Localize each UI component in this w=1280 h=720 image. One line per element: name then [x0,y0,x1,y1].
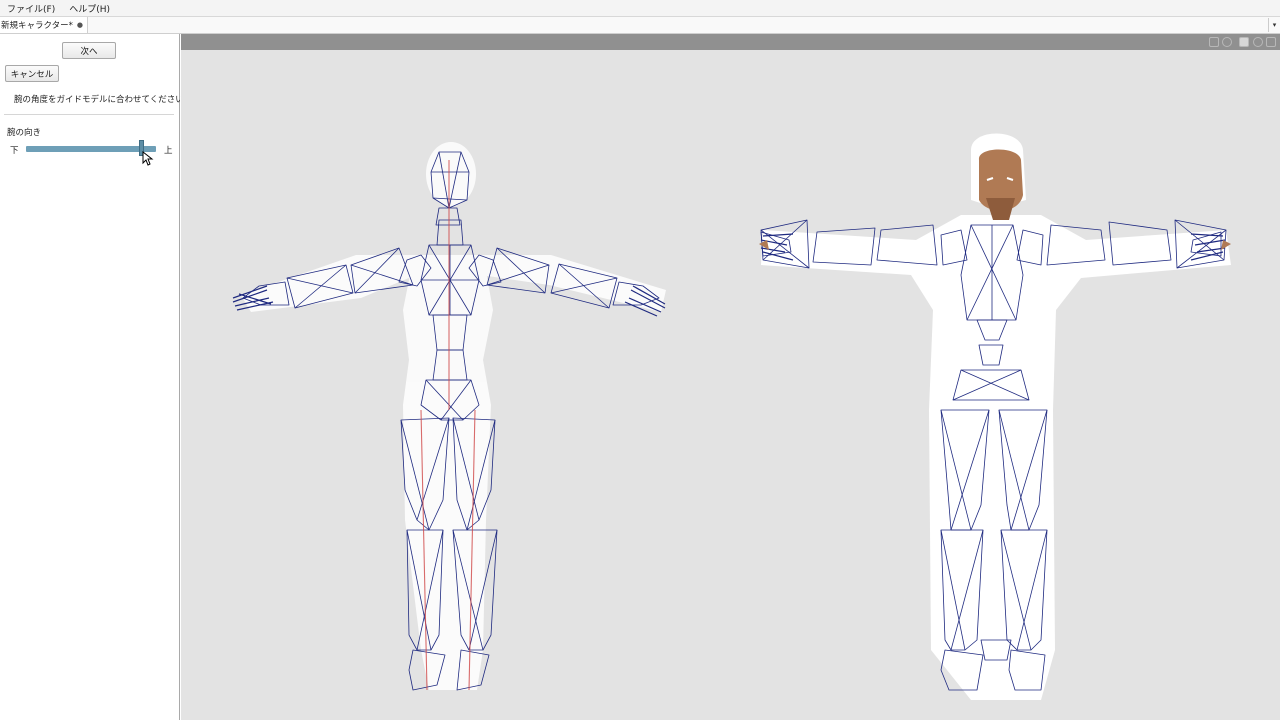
divider [4,114,174,115]
head [978,149,1023,220]
next-button[interactable]: 次へ [62,42,116,59]
menu-bar: ファイル(F) ヘルプ(H) [0,0,1280,17]
mouse-cursor-icon [142,151,154,166]
arm-direction-label: 腕の向き [7,128,42,138]
close-icon[interactable] [1266,37,1276,47]
slider-min-label: 下 [10,146,19,156]
sidebar-panel: 次へ キャンセル 腕の角度をガイドモデルに合わせてください。 腕の向き 下 上 [0,34,192,720]
guide-model-silhouette [241,142,666,690]
character-model-right [759,133,1231,700]
arm-direction-slider[interactable] [26,146,156,152]
document-tab-bar: 新規キャラクター* ● ▾ [0,17,1280,34]
grid-icon[interactable] [1209,37,1219,47]
slider-max-label: 上 [164,146,173,156]
model-scene [232,133,1231,700]
camera-icon[interactable] [1239,37,1249,47]
tab-list-chevron-down-icon[interactable]: ▾ [1268,18,1280,32]
viewport-toolbar [181,34,1280,50]
tab-close-icon[interactable]: ● [77,21,83,29]
3d-viewport[interactable] [181,34,1280,720]
tab-new-character[interactable]: 新規キャラクター* ● [0,17,89,33]
gear-icon[interactable] [1253,37,1263,47]
sphere-icon[interactable] [1222,37,1232,47]
instruction-text: 腕の角度をガイドモデルに合わせてください。 [14,95,193,105]
tab-label: 新規キャラクター* [1,21,73,31]
guide-model-left [232,142,666,691]
cancel-button[interactable]: キャンセル [5,65,59,82]
menu-help[interactable]: ヘルプ(H) [69,2,110,15]
menu-file[interactable]: ファイル(F) [7,2,55,15]
